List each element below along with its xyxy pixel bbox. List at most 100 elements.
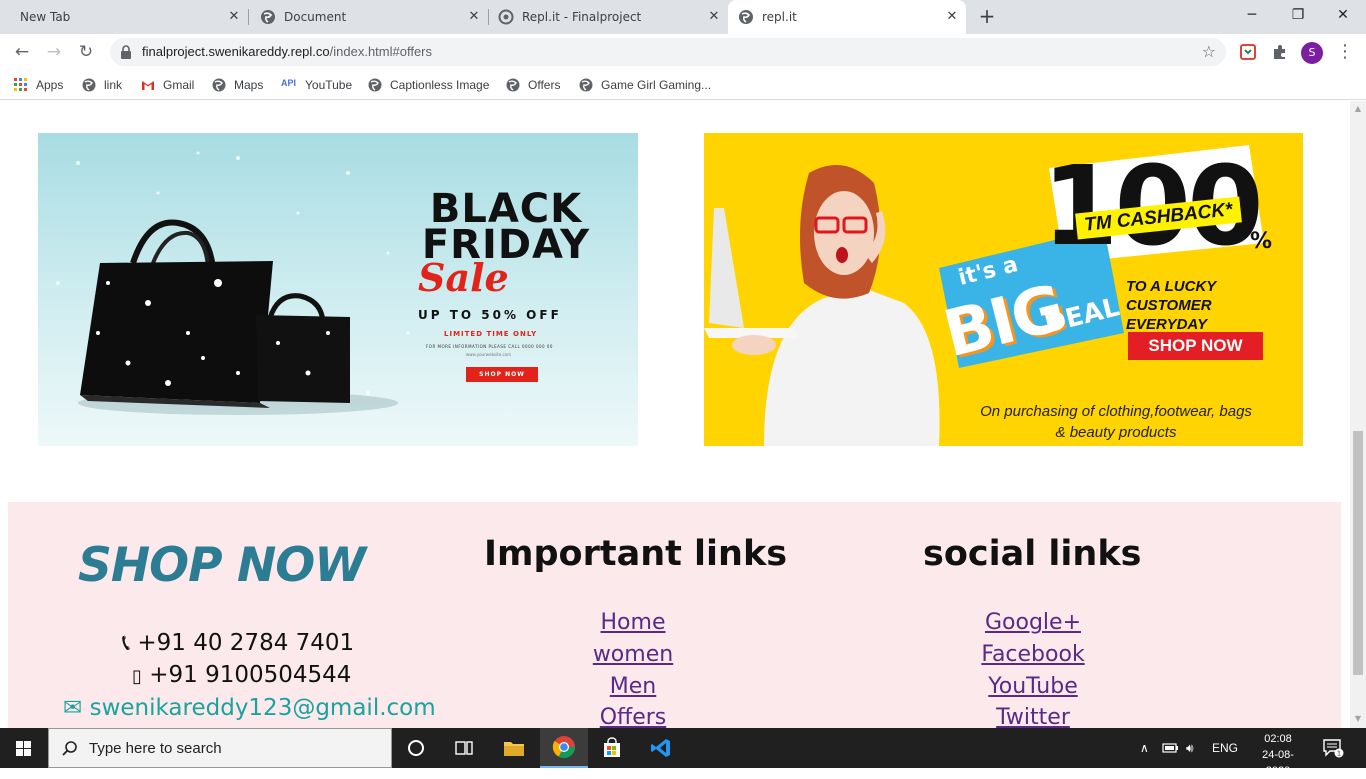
tab-title: Repl.it - Finalproject (522, 10, 642, 24)
bookmark-offers[interactable]: Offers (506, 76, 560, 94)
clock-date: 24-08-2020 (1262, 749, 1294, 777)
envelope-icon: ✉ (63, 695, 83, 721)
bookmark-youtube[interactable]: API YouTube (281, 76, 352, 94)
bookmarks-bar: Apps link Gmail Maps API YouTube Caption… (0, 70, 1366, 100)
extension-pocket-icon[interactable] (1238, 42, 1258, 62)
tab-replit-finalproject[interactable]: Repl.it - Finalproject ✕ (488, 0, 728, 34)
close-icon[interactable]: ✕ (706, 9, 722, 25)
globe-icon (212, 78, 226, 92)
close-window-button[interactable]: ✕ (1320, 0, 1366, 30)
lock-icon (121, 45, 131, 59)
volume-icon[interactable]: 🔊︎ (1186, 728, 1194, 768)
windows-start-icon[interactable] (0, 728, 48, 768)
search-icon (62, 741, 77, 756)
scroll-up-arrow-icon[interactable]: ▲ (1354, 105, 1362, 113)
forward-button[interactable]: → (42, 40, 66, 64)
page-viewport: BLACK FRIDAY Sale UP TO 50% OFF LIMITED … (0, 101, 1350, 728)
shop-now-heading: SHOP NOW (78, 538, 366, 593)
tab-strip: New Tab ✕ Document ✕ Repl.it - Finalproj… (0, 0, 1366, 34)
windows-taskbar: Type here to search ∧ 🔊︎ ENG 02:08 24-08… (0, 728, 1366, 777)
language-indicator[interactable]: ENG (1212, 728, 1238, 768)
kebab-menu-icon[interactable]: ⋮ (1336, 41, 1354, 63)
tab-new-tab[interactable]: New Tab ✕ (8, 0, 249, 34)
show-hidden-icons[interactable]: ∧ (1140, 728, 1149, 768)
globe-icon (579, 78, 593, 92)
close-icon[interactable]: ✕ (466, 9, 482, 25)
taskbar-search-box[interactable]: Type here to search (48, 728, 392, 768)
bookmark-label: YouTube (305, 78, 353, 92)
info-text: FOR MORE INFORMATION PLEASE CALL 0000 00… (426, 344, 553, 349)
action-center-icon[interactable]: 1 (1322, 728, 1344, 768)
bookmark-maps[interactable]: Maps (212, 76, 263, 94)
chrome-taskbar-icon[interactable] (540, 728, 588, 768)
new-tab-button[interactable]: + (976, 5, 998, 27)
tab-title: New Tab (20, 10, 71, 24)
big-deal-shop-now-button[interactable]: SHOP NOW (1128, 332, 1263, 360)
globe-icon (739, 10, 753, 24)
black-friday-title: BLACK FRIDAY (401, 189, 611, 265)
limited-time-text: LIMITED TIME ONLY (444, 330, 538, 338)
url-text: finalproject.swenikareddy.repl.co/index.… (142, 44, 432, 59)
replit-icon (498, 9, 514, 25)
tab-replit[interactable]: repl.it ✕ (728, 0, 966, 34)
address-bar[interactable]: finalproject.swenikareddy.repl.co/index.… (110, 38, 1226, 66)
close-icon[interactable]: ✕ (226, 9, 242, 25)
store-icon[interactable] (588, 728, 636, 768)
task-view-icon[interactable] (440, 728, 488, 768)
link-home[interactable]: Home (533, 610, 733, 635)
link-men[interactable]: Men (533, 674, 733, 699)
discount-text: UP TO 50% OFF (418, 308, 562, 322)
purchase-line1: On purchasing of clothing,footwear, bags (980, 403, 1252, 420)
profile-avatar[interactable]: S (1301, 42, 1323, 64)
extensions-puzzle-icon[interactable] (1270, 42, 1290, 62)
bookmark-label: Maps (234, 78, 264, 92)
minimize-button[interactable]: ─ (1229, 0, 1275, 30)
clock-time: 02:08 (1264, 733, 1292, 745)
url-path: /index.html#offers (329, 44, 433, 59)
lucky-line1: TO A LUCKY CUSTOMER (1126, 278, 1217, 314)
tab-title: repl.it (762, 10, 797, 24)
reload-button[interactable]: ↻ (74, 40, 98, 64)
cortana-icon[interactable] (392, 728, 440, 768)
mobile-icon: ▯ (132, 666, 142, 687)
browser-toolbar: ← → ↻ finalproject.swenikareddy.repl.co/… (0, 34, 1366, 70)
bookmark-apps[interactable]: Apps (14, 76, 63, 94)
link-offers[interactable]: Offers (533, 705, 733, 728)
page-scrollbar[interactable]: ▲ ▼ (1350, 101, 1366, 728)
close-icon[interactable]: ✕ (944, 9, 960, 25)
tab-title: Document (284, 10, 347, 24)
apps-grid-icon (14, 78, 27, 91)
link-facebook[interactable]: Facebook (933, 642, 1133, 667)
vscode-icon[interactable] (637, 728, 685, 768)
mobile-line: ▯ +91 9100504544 (132, 662, 351, 688)
globe-icon (506, 78, 520, 92)
bookmark-captionless-image[interactable]: Captionless Image (368, 76, 489, 94)
bookmark-gmail[interactable]: Gmail (141, 76, 194, 94)
tab-document[interactable]: Document ✕ (248, 0, 489, 34)
black-friday-shop-now-button[interactable]: SHOP NOW (466, 367, 538, 382)
bookmark-label: Apps (36, 78, 64, 92)
link-google-plus[interactable]: Google+ (933, 610, 1133, 635)
back-button[interactable]: ← (10, 40, 34, 64)
email-line[interactable]: ✉ swenikareddy123@gmail.com (63, 695, 436, 721)
link-women[interactable]: women (533, 642, 733, 667)
bookmark-link[interactable]: link (82, 76, 122, 94)
scrollbar-thumb[interactable] (1353, 431, 1363, 675)
maximize-button[interactable]: ❐ (1275, 0, 1321, 30)
taskbar-search-placeholder: Type here to search (89, 740, 222, 757)
taskbar-clock[interactable]: 02:08 24-08-2020 (1250, 731, 1306, 779)
lucky-customer-text: TO A LUCKY CUSTOMER EVERYDAY (1126, 277, 1303, 334)
bookmark-game-girl-gaming[interactable]: Game Girl Gaming... (579, 76, 711, 94)
scroll-down-arrow-icon[interactable]: ▼ (1354, 715, 1362, 723)
email-address: swenikareddy123@gmail.com (89, 695, 436, 721)
file-explorer-icon[interactable] (490, 728, 538, 768)
star-icon[interactable]: ☆ (1202, 42, 1216, 61)
phone-icon: 📞︎ (122, 630, 131, 656)
link-youtube[interactable]: YouTube (933, 674, 1133, 699)
battery-icon[interactable] (1162, 728, 1180, 768)
link-twitter[interactable]: Twitter (933, 705, 1133, 728)
globe-icon (261, 10, 275, 24)
bookmark-label: Game Girl Gaming... (601, 78, 712, 92)
api-icon: API (281, 78, 297, 88)
notification-count: 1 (1337, 751, 1341, 758)
